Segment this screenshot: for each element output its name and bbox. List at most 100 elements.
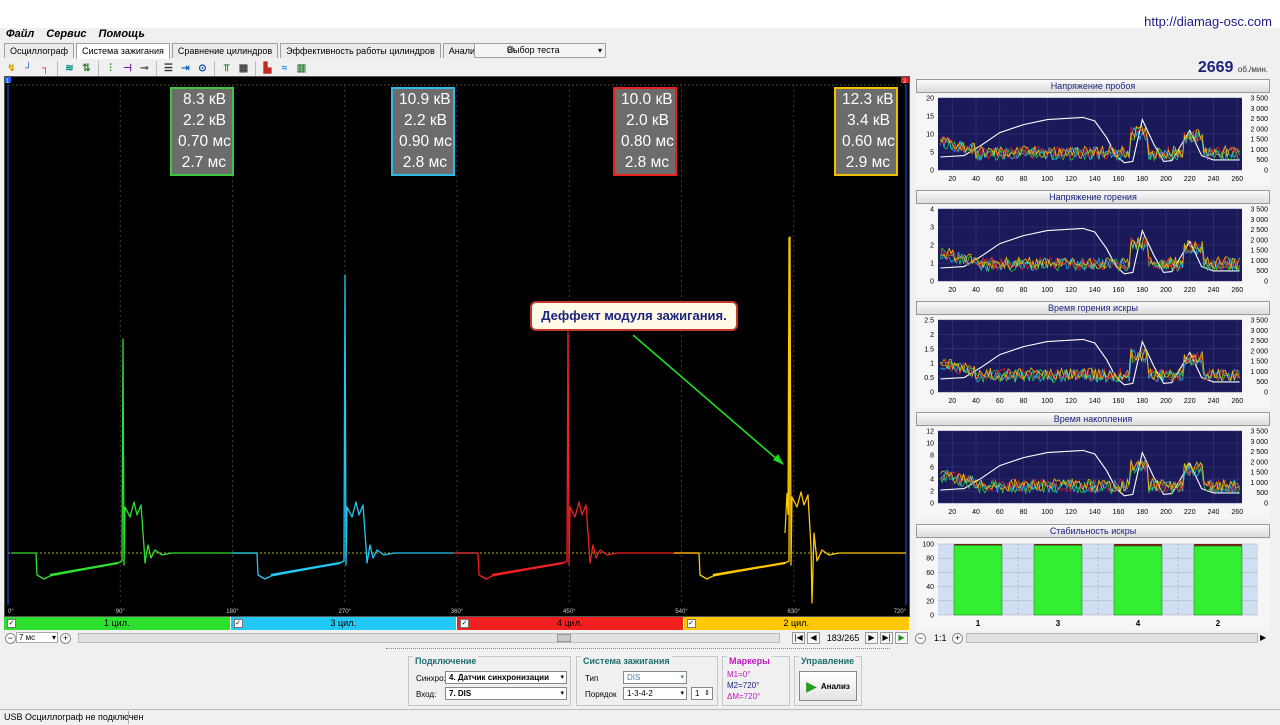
x-tick-label: 180 <box>1136 176 1148 183</box>
order-select[interactable]: 1-3-4-2 ▾ <box>623 687 687 700</box>
x-tick-label: 240 <box>1208 509 1220 516</box>
cylinder-label: 2 цил. <box>783 618 809 628</box>
invert-icon[interactable]: ⇅ <box>79 61 94 76</box>
menu-service[interactable]: Сервис <box>46 28 86 42</box>
rpm-tick-label: 1 000 <box>1250 480 1268 487</box>
rpm-unit: об./мин. <box>1237 65 1268 74</box>
trigger-icon[interactable]: ≋ <box>62 61 77 76</box>
overlay-icon[interactable]: ▦ <box>236 61 251 76</box>
info-box-cyl3: 10.9 кВ 2.2 кВ 0.90 мс 2.8 мс <box>391 87 455 176</box>
tab-oscilloscope[interactable]: Осциллограф <box>4 43 74 58</box>
sync-label: Синхро: <box>416 674 446 683</box>
waves-icon[interactable]: ≈ <box>277 61 292 76</box>
toolbar-divider <box>57 60 58 76</box>
waveform-plot[interactable]: 1 2 0° 90° 180° 270° 360° 450° 540° 630° 720° <box>5 77 909 616</box>
report-icon[interactable]: ⫪ <box>219 61 234 76</box>
x-tick-label: 540° <box>675 609 688 615</box>
menu-bar: Файл Сервис Помощь <box>6 28 145 42</box>
x-tick-label: 180 <box>1136 287 1148 294</box>
sync-icon[interactable]: ↯ <box>4 61 19 76</box>
x-tick-label: 0° <box>8 609 14 615</box>
checkbox-icon[interactable]: ✓ <box>7 619 16 628</box>
histogram-icon[interactable]: ▥ <box>294 61 309 76</box>
next-frame-button[interactable]: ▶ <box>865 632 878 644</box>
y-tick-label: 12 <box>926 429 934 436</box>
x-tick-label: 20 <box>948 398 956 405</box>
menu-file[interactable]: Файл <box>6 28 34 42</box>
right-scrollbar[interactable] <box>966 633 1258 643</box>
checkbox-icon[interactable]: ✓ <box>460 619 469 628</box>
grid-icon[interactable]: ☰ <box>161 61 176 76</box>
x-tick-label: 100 <box>1041 287 1053 294</box>
cylinder-toggle-2[interactable]: ✓ 2 цил. <box>683 617 910 630</box>
y-tick-label: 40 <box>926 584 934 591</box>
zoom-in-icon[interactable]: + <box>60 633 71 644</box>
tab-cylinder-comparison[interactable]: Сравнение цилиндров <box>171 43 279 58</box>
fall-edge-icon[interactable]: ┐ <box>38 61 53 76</box>
analyze-button[interactable]: ▶ Анализ <box>799 671 857 701</box>
x-tick-label: 220 <box>1184 398 1196 405</box>
site-url[interactable]: http://diamag-osc.com <box>1144 14 1272 29</box>
x-tick-label: 180° <box>226 609 239 615</box>
y-tick-label: 2 <box>930 243 934 250</box>
oscilloscope-view[interactable]: 1 2 0° 90° 180° 270° 360° 450° 540° 630° 720° 8.… <box>4 76 910 617</box>
play-button[interactable]: ▶ <box>895 632 908 644</box>
frame-position: 183/265 <box>826 633 860 643</box>
first-frame-button[interactable]: |◀ <box>792 632 805 644</box>
stability-bar <box>1033 545 1083 616</box>
time-scrollbar[interactable] <box>78 633 780 643</box>
zoom-out-icon[interactable]: − <box>915 633 926 644</box>
toolbar-divider <box>156 60 157 76</box>
checkbox-icon[interactable]: ✓ <box>233 619 243 628</box>
test-select[interactable]: ⚙ Выбор теста ▾ <box>474 43 606 58</box>
dwell-time: 2.9 мс <box>845 154 890 171</box>
zoom-out-icon[interactable]: − <box>5 633 16 644</box>
bar-category-label: 1 <box>976 619 981 628</box>
order-start-spinner[interactable]: 1 ⇕ <box>691 687 713 700</box>
type-label: Тип <box>585 674 599 683</box>
y-tick-label: 10 <box>926 441 934 448</box>
cylinder-toggle-1[interactable]: ✓ 1 цил. <box>4 617 231 630</box>
burn-time: 0.80 мс <box>621 133 674 150</box>
rise-edge-icon[interactable]: ┘ <box>21 61 36 76</box>
markers-icon[interactable]: ⊣ <box>120 61 135 76</box>
input-select[interactable]: 7. DIS ▾ <box>445 687 567 700</box>
sync-select[interactable]: 4. Датчик синхронизации ▾ <box>445 671 567 684</box>
tab-ignition-system[interactable]: Система зажигания <box>76 43 170 59</box>
burn-voltage: 2.2 кВ <box>404 112 447 129</box>
x-tick-label: 160 <box>1113 287 1125 294</box>
measure-icon[interactable]: ⇥ <box>178 61 193 76</box>
x-tick-label: 80 <box>1020 176 1028 183</box>
last-frame-button[interactable]: ▶| <box>880 632 893 644</box>
x-tick-label: 240 <box>1208 176 1220 183</box>
scroll-thumb[interactable] <box>557 634 571 642</box>
y-tick-label: 8 <box>930 453 934 460</box>
scope-controls: − 7 мс ▾ + |◀ ◀ 183/265 ▶ ▶| ▶ <box>4 631 910 645</box>
x-tick-label: 100 <box>1041 509 1053 516</box>
rpm-tick-label: 1 500 <box>1250 248 1268 255</box>
y-tick-label: 1 <box>930 261 934 268</box>
x-tick-label: 40 <box>972 176 980 183</box>
bar-category-label: 2 <box>1216 619 1221 628</box>
marker-m1: M1=0° <box>727 670 751 679</box>
cylinder-toggle-4[interactable]: ✓ 4 цил. <box>457 617 684 630</box>
timebase-select[interactable]: 7 мс ▾ <box>16 632 58 643</box>
rpm-tick-label: 500 <box>1256 157 1268 164</box>
probe-icon[interactable]: ⊸ <box>137 61 152 76</box>
panel-splitter[interactable] <box>386 648 890 653</box>
analyze-label: Анализ <box>820 681 850 691</box>
type-select[interactable]: DIS ▾ <box>623 671 687 684</box>
markers-group: Маркеры M1=0° M2=720° ΔM=720° <box>722 656 790 706</box>
menu-help[interactable]: Помощь <box>99 28 145 42</box>
cylinders-icon[interactable]: ⊙ <box>195 61 210 76</box>
zoom-in-icon[interactable]: + <box>952 633 963 644</box>
bar-chart-icon[interactable]: ▙ <box>260 61 275 76</box>
info-box-cyl2: 12.3 кВ 3.4 кВ 0.60 мс 2.9 мс <box>834 87 898 176</box>
tab-cylinder-efficiency[interactable]: Эффективность работы цилиндров <box>280 43 441 58</box>
checkbox-icon[interactable]: ✓ <box>686 619 696 628</box>
prev-frame-button[interactable]: ◀ <box>807 632 820 644</box>
right-panel: Напряжение пробоя 20 40 60 80 100 120 140 160 18… <box>914 76 1272 646</box>
cylinder-toggle-3[interactable]: ✓ 3 цил. <box>230 617 457 630</box>
scale-icon[interactable]: ⫶ <box>103 61 118 76</box>
scroll-right-icon[interactable]: ▶ <box>1260 633 1266 642</box>
